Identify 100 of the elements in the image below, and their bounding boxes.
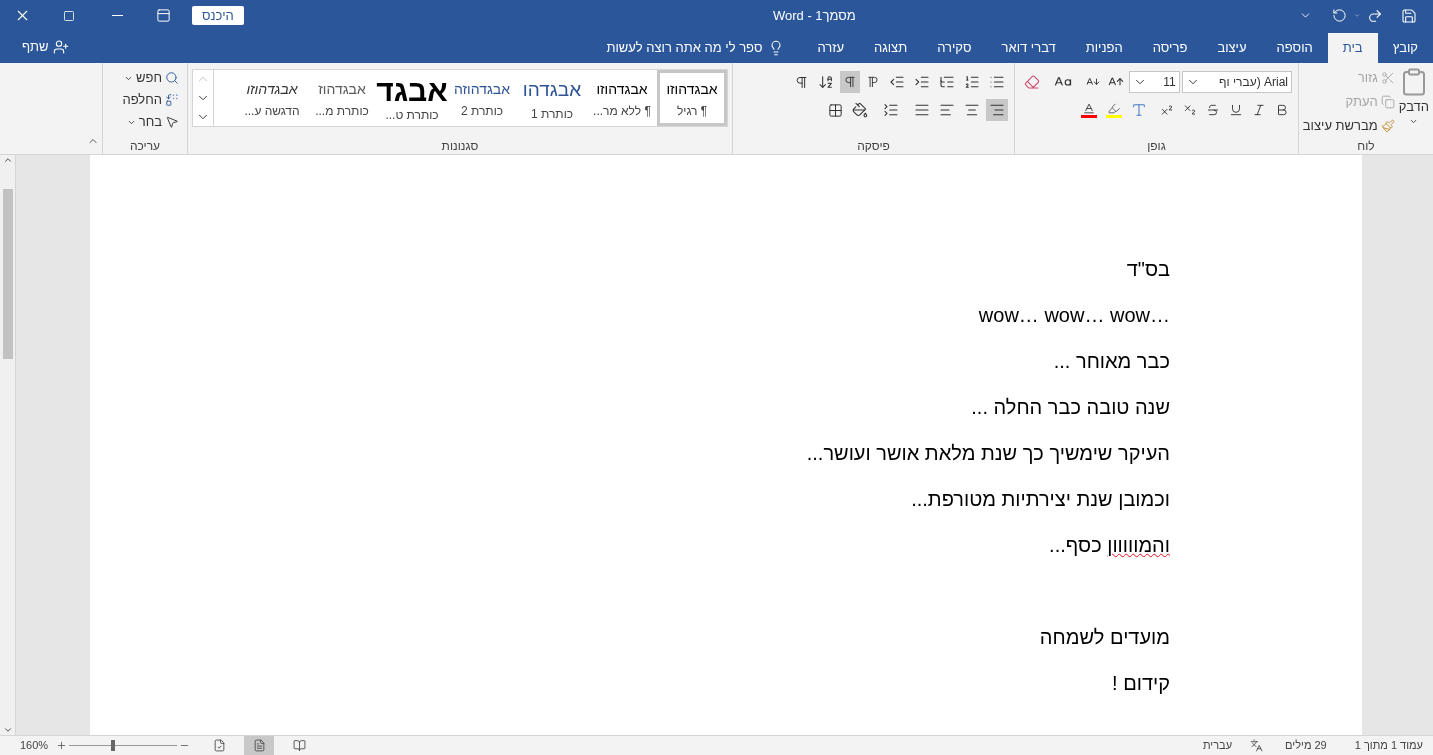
eraser-icon xyxy=(1024,74,1040,90)
style-item[interactable]: אבגדהוזו הדגשה ע... xyxy=(237,70,307,126)
group-label: פיסקה xyxy=(857,138,890,155)
pilcrow-icon xyxy=(794,74,809,90)
ribbon-tab[interactable]: קובץ xyxy=(1377,33,1433,63)
document-paragraph: בס"ד xyxy=(1125,257,1170,281)
ribbon-tab[interactable]: בית xyxy=(1327,33,1378,63)
redo-icon xyxy=(1367,7,1383,24)
align-button[interactable] xyxy=(986,99,1008,121)
tell-me-field[interactable]: ספר לי מה אתה רוצה לעשות xyxy=(596,33,795,63)
zoom-in-icon xyxy=(56,740,67,751)
superscript-icon xyxy=(1160,103,1174,117)
document-paragraph: העיקר שימשיך כך שנת מלאת אושר ועושר... xyxy=(805,441,1170,465)
align-icon xyxy=(964,102,980,118)
document-paragraph: וכמובן שנת יצירתיות מטורפת... xyxy=(910,487,1170,511)
document-paragraph: שנה טובה כבר החלה ... xyxy=(970,395,1170,419)
style-item[interactable]: אבגדהו כותרת 1 xyxy=(517,70,587,126)
minimize-icon xyxy=(111,15,123,16)
cursor-icon xyxy=(165,115,179,129)
replace-icon xyxy=(165,93,179,107)
chevron-down-icon xyxy=(2,725,13,735)
proofing-icon xyxy=(1250,739,1264,752)
page-number[interactable]: עמוד 1 מתוך 1 xyxy=(1354,737,1423,754)
zoom-slider-thumb[interactable] xyxy=(110,740,115,751)
window-title: מסמך1 - Word xyxy=(772,6,856,25)
font-size-field[interactable]: 11 xyxy=(1129,71,1180,93)
user-plus-icon xyxy=(52,39,69,55)
zoom-slider[interactable] xyxy=(69,739,177,752)
ribbon-tab[interactable]: הפניות xyxy=(1070,33,1138,63)
document-paragraph: כבר מאוחר ... xyxy=(1052,349,1170,373)
pilcrow-arrow-icon xyxy=(843,75,857,89)
style-item[interactable]: אבגדהוזו ¶ רגיל xyxy=(657,70,727,126)
line-spacing-icon xyxy=(883,102,899,118)
sign-in-button[interactable]: היכנס xyxy=(192,6,244,25)
page-icon xyxy=(252,739,266,752)
panel-icon xyxy=(155,8,171,23)
font-color-icon xyxy=(1081,102,1097,118)
zoom-level[interactable]: 160% xyxy=(20,737,56,754)
ribbon-tab[interactable]: הוספה xyxy=(1261,33,1328,63)
replace-button[interactable]: החלפה xyxy=(111,89,179,111)
search-icon xyxy=(165,71,179,85)
undo-icon xyxy=(1331,8,1347,23)
paste-button[interactable]: הדבק xyxy=(1398,67,1429,137)
ribbon-tab[interactable]: סקירה xyxy=(922,33,987,63)
ribbon-tab[interactable]: פריסה xyxy=(1137,33,1203,63)
group-label: גופן xyxy=(1147,138,1166,155)
style-item[interactable]: אבגדהוזה כותרת 2 xyxy=(447,70,517,126)
outdent-icon xyxy=(889,74,905,90)
bullet-list-icon xyxy=(989,74,1005,90)
page-icon xyxy=(212,739,226,752)
strikethrough-icon xyxy=(1206,103,1220,117)
document-paragraph: והמווווון כסף... xyxy=(1048,533,1170,557)
outlined-a-icon xyxy=(1131,102,1147,118)
numbered-list-icon xyxy=(964,74,980,90)
style-item[interactable]: אבגדהוזו ¶ ללא מר... xyxy=(587,70,657,126)
group-label: סגנונות xyxy=(441,138,479,155)
font-name-field[interactable]: Arial (עברי וף xyxy=(1181,71,1292,93)
group-label: לוח xyxy=(1357,138,1375,155)
find-button[interactable]: חפש xyxy=(111,67,179,89)
subscript-icon xyxy=(1183,103,1197,117)
format-painter-button[interactable]: מברשת עיצוב xyxy=(1302,115,1395,137)
multilevel-list-icon xyxy=(939,74,955,90)
ribbon-tab[interactable]: עיצוב xyxy=(1202,33,1262,63)
style-item[interactable]: אבגד כותרת ט... xyxy=(377,70,447,126)
style-item[interactable]: אבגדהוז כותרת מ... xyxy=(307,70,377,126)
document-paragraph: מועדים לשמחה xyxy=(1038,625,1170,649)
border-grid-icon xyxy=(828,102,843,118)
document-paragraph: wow… wow… wow… xyxy=(977,303,1170,327)
book-icon xyxy=(292,739,306,752)
highlighter-icon xyxy=(1106,102,1122,118)
pilcrow-arrow-icon xyxy=(866,75,880,89)
scrollbar-thumb[interactable] xyxy=(2,189,13,359)
word-count[interactable]: 29 מילים xyxy=(1285,737,1327,754)
language-indicator[interactable]: עברית xyxy=(1203,737,1233,754)
text-direction-button[interactable] xyxy=(840,71,860,93)
copy-icon xyxy=(1380,95,1395,109)
align-icon xyxy=(939,102,955,118)
vertical-scrollbar[interactable] xyxy=(0,155,16,735)
paintbrush-icon xyxy=(1380,119,1395,133)
caret-icon xyxy=(1354,11,1360,20)
bold-icon xyxy=(1275,103,1289,117)
align-icon xyxy=(989,102,1005,118)
underline-icon xyxy=(1229,103,1243,117)
sort-icon xyxy=(818,74,834,90)
chevron-up-icon xyxy=(2,155,13,165)
ribbon-tab[interactable]: עזרה xyxy=(802,33,859,63)
italic-icon xyxy=(1252,103,1266,117)
paint-bucket-icon xyxy=(852,102,868,118)
square-icon xyxy=(63,9,75,22)
save-icon xyxy=(1401,7,1417,24)
align-icon xyxy=(914,102,930,118)
document-paragraph: קידום ! xyxy=(1111,671,1170,695)
ribbon-tab[interactable]: דברי דואר xyxy=(986,33,1071,63)
ribbon-tab[interactable]: תצוגה xyxy=(859,33,923,63)
select-button[interactable]: בחר xyxy=(111,111,179,133)
group-label: עריכה xyxy=(129,138,161,155)
share-button[interactable]: שתף xyxy=(22,37,69,57)
view-button[interactable] xyxy=(244,736,274,755)
indent-icon xyxy=(914,74,930,90)
scissors-icon xyxy=(1380,71,1395,85)
